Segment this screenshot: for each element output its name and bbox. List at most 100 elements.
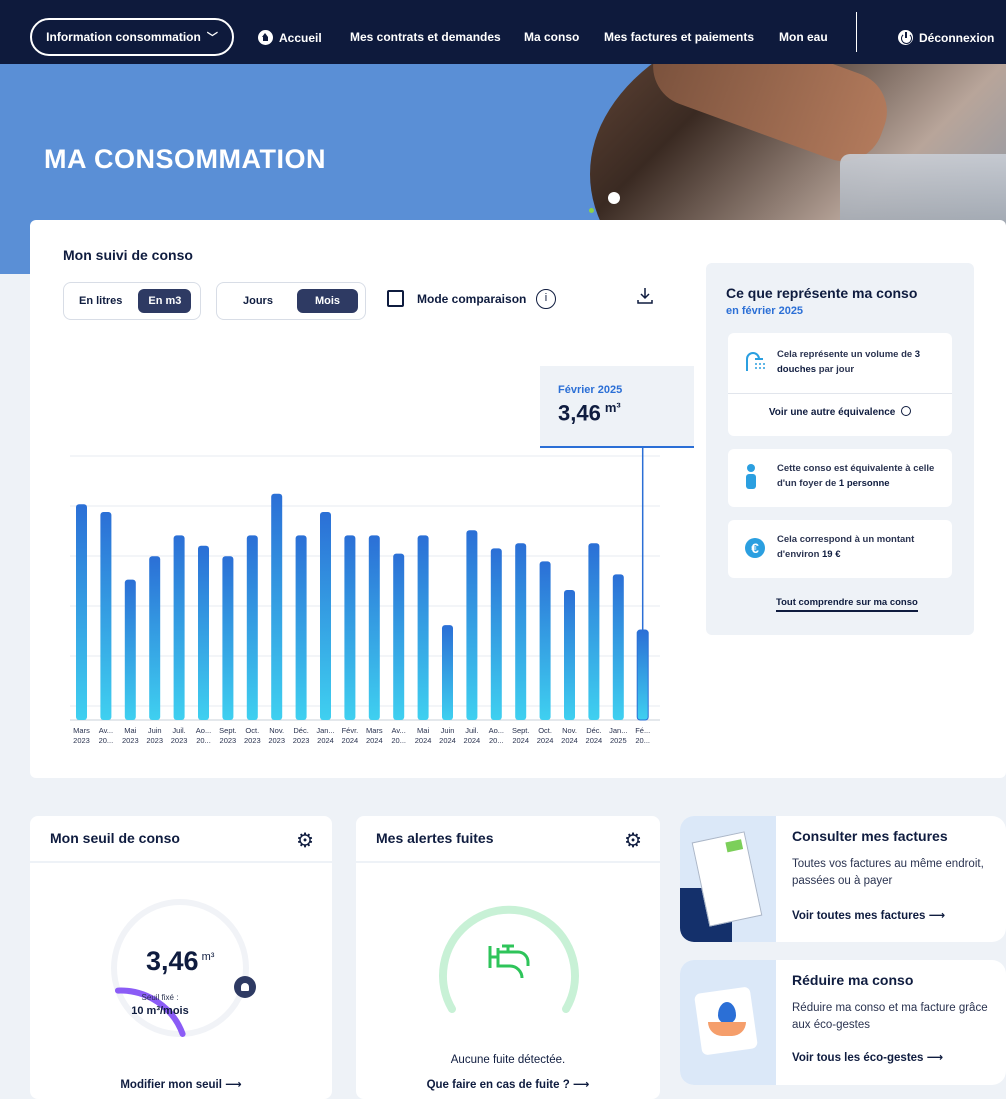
chart-bar-mars-2024[interactable] <box>368 535 380 720</box>
chart-tick-year: 2023 <box>73 736 90 745</box>
home-icon <box>258 30 273 45</box>
chart-tick-year: 2023 <box>293 736 310 745</box>
download-icon[interactable] <box>636 286 654 306</box>
chart-tick-year: 2024 <box>415 736 432 745</box>
arrow-right-icon: ⟶ <box>225 1079 242 1091</box>
fuites-status: Aucune fuite détectée. <box>450 1054 566 1066</box>
power-icon <box>898 30 913 45</box>
chart-bar-juin-2024[interactable] <box>442 625 453 720</box>
chart-tick-year: 20... <box>196 736 211 745</box>
chart-tick-year: 2024 <box>366 736 383 745</box>
chart-tick-month: Mars <box>366 726 383 735</box>
chart-tick-month: Mai <box>124 726 136 735</box>
nav-factures[interactable]: Mes factures et paiements <box>604 30 754 44</box>
chart-tick-month: Mars <box>73 726 90 735</box>
reduire-title: Réduire ma conso <box>792 972 914 988</box>
chart-bar-f-20-[interactable] <box>636 629 649 721</box>
seuil-settings-gear-icon[interactable]: ⚙ <box>296 828 314 853</box>
comparaison-checkbox[interactable] <box>387 290 404 307</box>
chart-bar-d-c-2024[interactable] <box>588 543 600 720</box>
voir-eco-gestes-label: Voir tous les éco-gestes <box>792 1052 924 1064</box>
chart-bar-nov-2024[interactable] <box>564 590 575 720</box>
tout-comprendre-link[interactable]: Tout comprendre sur ma conso <box>776 597 918 612</box>
chart-tick-year: 2024 <box>586 736 603 745</box>
bell-icon[interactable] <box>234 976 256 998</box>
chart-tick-month: Sept. <box>219 726 237 735</box>
chart-tick-month: Fé... <box>635 726 650 735</box>
seuil-value-number: 3,46 <box>146 946 199 976</box>
chart-bar-juin-2023[interactable] <box>149 556 161 720</box>
info-consommation-menu[interactable]: Information consommation ﹀ <box>30 18 234 56</box>
modifier-seuil-link[interactable]: Modifier mon seuil ⟶ <box>30 1077 332 1091</box>
chart-tick-year: 2023 <box>244 736 261 745</box>
nav-contrats[interactable]: Mes contrats et demandes <box>350 30 501 44</box>
chart-bar-sept-2023[interactable] <box>222 556 234 720</box>
equivalence-foyer-text: Cette conso est équivalente à celle d'un… <box>777 461 945 491</box>
chart-bar-ao-20-[interactable] <box>198 545 209 720</box>
chart-bar-jan-2025[interactable] <box>612 574 624 720</box>
chart-bar-juil-2024[interactable] <box>466 530 478 720</box>
chart-tick-year: 20... <box>489 736 504 745</box>
chart-tick-month: Nov. <box>269 726 284 735</box>
tooltip-value-number: 3,46 <box>558 400 601 426</box>
period-toggle: Jours Mois <box>216 282 366 320</box>
chart-bar-sept-2024[interactable] <box>515 543 527 720</box>
nav-separator <box>856 12 857 52</box>
chart-bar-mars-2023[interactable] <box>76 504 87 720</box>
carousel-dot-active[interactable] <box>608 192 620 204</box>
arrow-right-icon: ⟶ <box>926 1052 944 1064</box>
period-mois-option[interactable]: Mois <box>296 289 359 313</box>
chart-bar-mai-2024[interactable] <box>417 535 429 720</box>
nav-accueil[interactable]: Accueil <box>258 30 322 45</box>
fuites-divider <box>356 861 660 863</box>
unit-litres-option[interactable]: En litres <box>69 289 132 313</box>
person-icon <box>746 464 756 489</box>
que-faire-fuite-link[interactable]: Que faire en cas de fuite ? ⟶ <box>356 1077 660 1091</box>
chart-tick-year: 2024 <box>317 736 334 745</box>
period-jours-option[interactable]: Jours <box>233 289 283 313</box>
factures-promo-card[interactable]: Consulter mes factures Toutes vos factur… <box>680 816 1006 942</box>
factures-illustration-tag <box>725 839 744 853</box>
top-nav: Information consommation ﹀ Accueil Mes c… <box>0 0 1006 64</box>
nav-deconnexion[interactable]: Déconnexion <box>898 30 994 45</box>
equivalence-montant-card: € Cela correspond à un montant d'environ… <box>728 520 952 578</box>
reduire-promo-card[interactable]: Réduire ma conso Réduire ma conso et ma … <box>680 960 1006 1085</box>
chart-tick-year: 2023 <box>171 736 188 745</box>
chart-bar-oct-2023[interactable] <box>246 535 258 720</box>
chart-tick-month: Déc. <box>586 726 601 735</box>
chart-bar-av-20-[interactable] <box>100 512 112 720</box>
voir-autre-equivalence-link[interactable]: Voir une autre équivalence <box>728 406 952 418</box>
voir-eco-gestes-link[interactable]: Voir tous les éco-gestes ⟶ <box>792 1050 943 1064</box>
chart-bar-nov-2023[interactable] <box>271 493 283 720</box>
seuil-title: Mon seuil de conso <box>50 830 180 846</box>
info-icon[interactable]: i <box>536 289 556 309</box>
nav-ma-conso[interactable]: Ma conso <box>524 30 579 44</box>
carousel-dot[interactable] <box>589 208 594 213</box>
info-consommation-label: Information consommation <box>46 30 201 44</box>
chart-tick-month: Juil. <box>465 726 478 735</box>
chart-bar-d-c-2023[interactable] <box>295 535 307 720</box>
chart-tick-month: Mai <box>417 726 429 735</box>
chart-tick-month: Oct. <box>245 726 259 735</box>
chart-tick-year: 2024 <box>512 736 529 745</box>
chart-bar-av-20-[interactable] <box>393 553 405 720</box>
chart-tooltip: Février 2025 3,46 m³ <box>540 366 694 448</box>
nav-deconnexion-label: Déconnexion <box>919 31 995 45</box>
seuil-value-unit: m³ <box>201 951 215 963</box>
chart-bar-oct-2024[interactable] <box>539 561 551 720</box>
chart-tick-month: Av... <box>99 726 113 735</box>
chart-bar-ao-20-[interactable] <box>490 548 502 720</box>
eq1-post: par jour <box>816 364 855 375</box>
chevron-down-icon: ﹀ <box>206 32 218 44</box>
unit-m3-option[interactable]: En m3 <box>138 289 192 313</box>
chart-bar-mai-2023[interactable] <box>124 579 136 720</box>
chart-bar-juil-2023[interactable] <box>173 535 185 720</box>
fuites-settings-gear-icon[interactable]: ⚙ <box>624 828 642 853</box>
chart-bar-f-vr-2024[interactable] <box>344 535 356 720</box>
fuites-card: Mes alertes fuites ⚙ Aucune fuite détect… <box>356 816 660 1099</box>
eco-gestes-illustration <box>680 960 776 1085</box>
tooltip-value: 3,46 m³ <box>558 400 676 426</box>
voir-factures-link[interactable]: Voir toutes mes factures ⟶ <box>792 908 945 922</box>
nav-mon-eau[interactable]: Mon eau <box>779 30 828 44</box>
chart-bar-jan-2024[interactable] <box>320 512 331 720</box>
